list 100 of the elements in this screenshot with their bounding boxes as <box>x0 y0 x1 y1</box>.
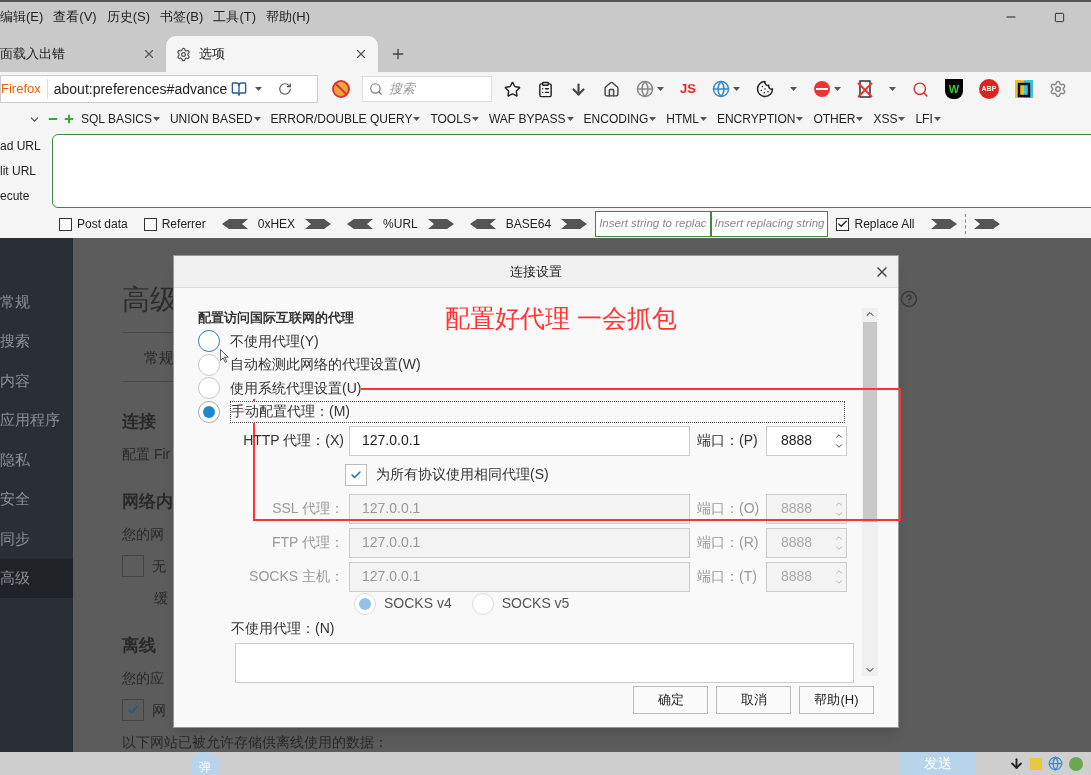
download-icon[interactable] <box>570 80 587 98</box>
sidebar-item[interactable]: 搜索 <box>0 321 73 361</box>
rainbow-square-icon[interactable] <box>1014 80 1033 98</box>
blocked-icon[interactable] <box>332 80 350 98</box>
close-icon[interactable] <box>354 47 368 61</box>
reader-icon[interactable] <box>231 81 248 97</box>
replace-field[interactable]: Insert string to replac <box>595 211 711 237</box>
hackbar-menu[interactable]: ENCODING <box>583 110 657 128</box>
right-arrow-icon[interactable] <box>305 219 332 229</box>
left-arrow-icon[interactable] <box>347 219 374 229</box>
replace-field[interactable]: Insert replacing string <box>710 211 829 237</box>
browser-tab[interactable]: 面载入出错 <box>0 36 166 72</box>
js-toolbar-icon[interactable]: JS <box>680 79 696 99</box>
dialog-button[interactable]: 取消 <box>716 686 791 714</box>
encoder-label: 0xHEX <box>257 216 296 233</box>
checkbox[interactable] <box>345 463 367 486</box>
checkbox-label: 为所有协议使用相同代理(S) <box>376 465 549 485</box>
bookmark-star-icon[interactable] <box>504 80 521 98</box>
port-field[interactable]: 8888 <box>766 425 847 456</box>
hackbar-menu[interactable]: SQL BASICS <box>81 110 160 128</box>
hackbar-action[interactable]: ecute <box>0 186 52 205</box>
globe-icon[interactable] <box>711 80 730 98</box>
hackbar-menu[interactable]: ERROR/DOUBLE QUERY <box>270 110 421 128</box>
menu-item[interactable]: 书签(B) <box>160 7 204 27</box>
right-arrow-icon[interactable] <box>973 219 1000 229</box>
tab-title: 面载入出错 <box>0 45 65 64</box>
reload-icon[interactable] <box>278 82 293 96</box>
menu-item[interactable]: 查看(V) <box>53 7 97 27</box>
hackbar-action[interactable]: ad URL <box>0 137 52 156</box>
sidebar-item[interactable]: 同步 <box>0 519 73 559</box>
download-icon[interactable] <box>1009 756 1024 771</box>
radio-button[interactable] <box>198 330 220 353</box>
caret-icon <box>413 117 421 121</box>
caret-icon <box>933 117 941 121</box>
sidebar-item[interactable]: 隐私 <box>0 440 73 480</box>
caret-icon <box>649 117 657 121</box>
caret-icon <box>833 87 841 91</box>
hackbar-menu[interactable]: UNION BASED <box>169 110 261 128</box>
hackbar-menu[interactable]: WAF BYPASS <box>488 110 574 128</box>
caret-icon <box>657 87 664 91</box>
no-proxy-label: 不使用代理：(N) <box>231 618 335 638</box>
hackbar-menu[interactable]: OTHER <box>813 110 864 128</box>
checkbox[interactable] <box>59 217 72 231</box>
sidebar-item[interactable]: 高级 <box>0 558 73 598</box>
hackbar-menu[interactable]: ENCRYPTION <box>716 110 804 128</box>
scrollbar[interactable] <box>862 308 878 676</box>
home-icon[interactable] <box>603 80 620 98</box>
menu-item[interactable]: 帮助(H) <box>266 7 311 27</box>
hackbar-menu[interactable]: HTML <box>666 110 707 128</box>
right-arrow-icon[interactable] <box>427 219 454 229</box>
gear-icon <box>176 46 191 62</box>
radio-button[interactable] <box>198 353 220 376</box>
crossed-page-icon[interactable] <box>856 80 873 98</box>
left-arrow-icon[interactable] <box>221 219 248 229</box>
radio-button[interactable] <box>198 400 220 423</box>
globe-icon[interactable] <box>1048 756 1063 771</box>
browser-tab[interactable]: 选项 <box>166 36 378 72</box>
search-icon[interactable] <box>911 80 929 98</box>
radio-button[interactable] <box>198 377 220 400</box>
sidebar-item[interactable]: 安全 <box>0 479 73 519</box>
new-tab-icon[interactable] <box>390 46 406 62</box>
caret-icon <box>888 87 896 91</box>
sidebar-item[interactable]: 应用程序 <box>0 400 73 440</box>
settings-icon[interactable] <box>1048 80 1067 98</box>
checkbox[interactable] <box>122 699 144 721</box>
host-field[interactable]: 127.0.0.1 <box>349 425 690 456</box>
list-icon[interactable] <box>537 80 554 98</box>
plus-icon[interactable] <box>63 113 75 125</box>
right-arrow-icon[interactable] <box>561 219 588 229</box>
checkbox-label: Replace All <box>854 216 915 233</box>
checkbox[interactable] <box>836 217 850 231</box>
menu-item[interactable]: 历史(S) <box>106 7 151 27</box>
checkbox[interactable] <box>143 217 157 231</box>
shield-toolbar-icon[interactable]: W <box>944 79 963 99</box>
dialog-button[interactable]: 确定 <box>633 686 708 714</box>
checkbox-label: Referrer <box>161 216 206 233</box>
site-identity[interactable]: Firefox <box>1 79 48 99</box>
right-arrow-icon[interactable] <box>930 219 957 229</box>
checkbox[interactable] <box>122 555 144 577</box>
dialog-button[interactable]: 帮助(H) <box>799 686 874 714</box>
no-proxy-field[interactable] <box>235 642 854 683</box>
maximize-icon[interactable] <box>1054 11 1065 23</box>
hackbar-menu[interactable]: LFI <box>915 110 941 128</box>
sidebar-item[interactable]: 常规 <box>0 282 73 322</box>
check-icon <box>127 704 139 716</box>
cookie-icon[interactable] <box>755 80 774 98</box>
disc-icon[interactable] <box>812 80 831 98</box>
url-bar[interactable]: Firefox about:preferences#advance <box>0 75 318 103</box>
menu-item[interactable]: 工具(T) <box>213 7 256 27</box>
menu-item[interactable]: 编辑(E) <box>0 7 44 27</box>
hackbar-menu[interactable]: XSS <box>873 110 906 128</box>
port-label: 端口：(P) <box>697 431 759 451</box>
hackbar-menu[interactable]: TOOLS <box>430 110 479 128</box>
search-icon <box>369 82 383 96</box>
url-input-area[interactable] <box>52 134 1091 208</box>
sidebar-item[interactable]: 内容 <box>0 361 73 401</box>
close-icon[interactable] <box>142 47 156 61</box>
left-arrow-icon[interactable] <box>469 219 496 229</box>
hackbar-action[interactable]: lit URL <box>0 162 52 180</box>
globe-icon[interactable] <box>636 80 654 98</box>
